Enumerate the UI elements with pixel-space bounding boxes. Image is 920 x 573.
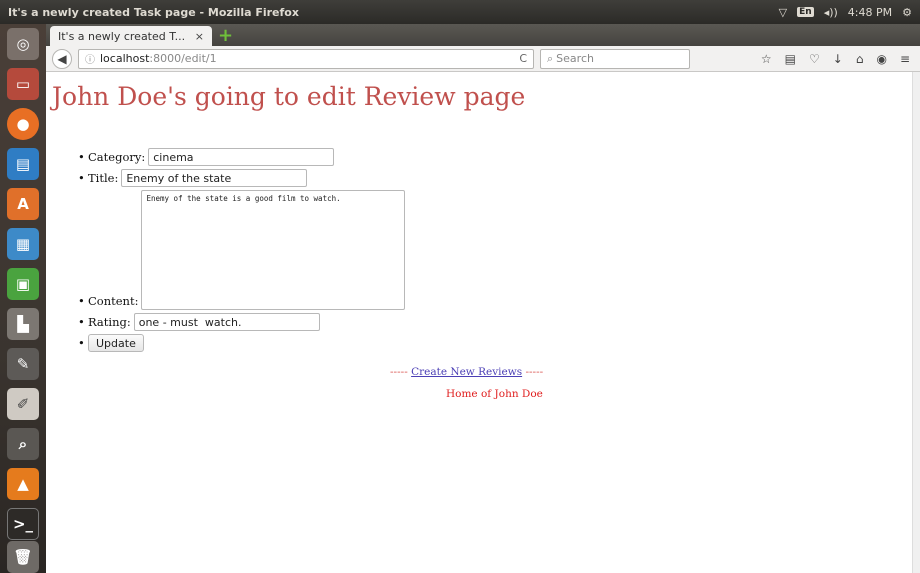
- trash-icon[interactable]: 🗑: [7, 541, 39, 573]
- update-row: Update: [78, 334, 405, 352]
- terminal-icon[interactable]: >_: [7, 508, 39, 540]
- vlc-icon[interactable]: ▲: [7, 468, 39, 500]
- search-placeholder: Search: [556, 52, 594, 65]
- toolbar-icons: ☆ ▤ ♡ ↓ ⌂ ◉ ≡: [761, 52, 914, 66]
- title-label: Title:: [88, 171, 119, 185]
- dash-left: -----: [390, 366, 412, 378]
- settings-gear-icon[interactable]: ⚙: [902, 6, 912, 19]
- tab-close-icon[interactable]: ×: [195, 30, 204, 43]
- active-tab[interactable]: It's a newly created T... ×: [50, 26, 212, 46]
- search-bar[interactable]: ⌕ Search: [540, 48, 690, 69]
- new-tab-button[interactable]: +: [218, 26, 233, 46]
- calc-icon[interactable]: ▣: [7, 268, 39, 300]
- dash-right: -----: [522, 366, 544, 378]
- software-center-icon[interactable]: A: [7, 188, 39, 220]
- rating-row: Rating:: [78, 313, 405, 331]
- search-icon: ⌕: [547, 51, 554, 65]
- category-row: Category:: [78, 148, 405, 166]
- page-content: John Doe's going to edit Review page Cat…: [46, 72, 912, 573]
- network-icon[interactable]: ▽: [779, 6, 787, 19]
- firefox-window: It's a newly created T... × + ◀ ⓘ localh…: [46, 24, 920, 573]
- bookmark-star-icon[interactable]: ☆: [761, 52, 772, 66]
- vertical-scrollbar[interactable]: [912, 72, 920, 573]
- files-icon[interactable]: ▭: [7, 68, 39, 100]
- navigation-toolbar: ◀ ⓘ localhost :8000/edit/1 C ⌕ Search ☆ …: [46, 46, 920, 72]
- window-title: It's a newly created Task page - Mozilla…: [8, 5, 299, 19]
- page-title: John Doe's going to edit Review page: [52, 82, 526, 111]
- create-new-reviews-link[interactable]: Create New Reviews: [411, 366, 522, 378]
- tab-strip: It's a newly created T... × +: [46, 24, 920, 46]
- home-icon[interactable]: ⌂: [856, 52, 864, 66]
- system-tool-icon[interactable]: ▙: [7, 308, 39, 340]
- content-row: Content: Enemy of the state is a good fi…: [78, 190, 406, 310]
- text-editor-icon[interactable]: ✐: [7, 388, 39, 420]
- edit-review-form: Category: Title: Content: Enemy of the s…: [78, 148, 406, 355]
- downloads-icon[interactable]: ↓: [833, 52, 843, 66]
- volume-icon[interactable]: ◂)): [824, 6, 838, 19]
- category-input[interactable]: [148, 148, 335, 166]
- create-reviews-line: ----- Create New Reviews -----: [390, 366, 543, 378]
- keyboard-language-badge[interactable]: En: [797, 7, 814, 17]
- content-textarea[interactable]: Enemy of the state is a good film to wat…: [141, 190, 406, 310]
- search-tool-icon[interactable]: ⌕: [7, 428, 39, 460]
- category-label: Category:: [88, 150, 146, 164]
- content-label: Content:: [88, 294, 139, 308]
- pocket-icon[interactable]: ♡: [809, 52, 820, 66]
- title-input[interactable]: [121, 169, 308, 187]
- rating-input[interactable]: [133, 313, 320, 331]
- update-button[interactable]: Update: [88, 334, 144, 352]
- site-info-icon[interactable]: ⓘ: [85, 51, 95, 66]
- system-top-panel: It's a newly created Task page - Mozilla…: [0, 0, 920, 24]
- bookmarks-menu-icon[interactable]: ▤: [785, 52, 796, 66]
- firefox-icon[interactable]: ●: [7, 108, 39, 140]
- impress-icon[interactable]: ▦: [7, 228, 39, 260]
- url-path: :8000/edit/1: [149, 52, 217, 65]
- reload-icon[interactable]: C: [519, 52, 527, 65]
- system-tray: ▽ En ◂)) 4:48 PM ⚙: [779, 6, 920, 19]
- dash-home-icon[interactable]: ◎: [7, 28, 39, 60]
- writer-icon[interactable]: ▤: [7, 148, 39, 180]
- inkscape-icon[interactable]: ✎: [7, 348, 39, 380]
- rating-label: Rating:: [88, 315, 131, 329]
- chat-icon[interactable]: ◉: [876, 52, 886, 66]
- home-of-user-text: Home of John Doe: [446, 388, 543, 400]
- clock[interactable]: 4:48 PM: [848, 6, 892, 19]
- hamburger-menu-icon[interactable]: ≡: [900, 52, 910, 66]
- back-button[interactable]: ◀: [52, 48, 72, 69]
- url-host: localhost: [100, 52, 150, 65]
- unity-launcher: ◎ ▭ ● ▤ A ▦ ▣ ▙ ✎ ✐ ⌕ ▲ >_ 🗑: [0, 24, 46, 573]
- tab-title: It's a newly created T...: [58, 29, 186, 43]
- url-bar[interactable]: ⓘ localhost :8000/edit/1 C: [78, 48, 534, 69]
- title-row: Title:: [78, 169, 405, 187]
